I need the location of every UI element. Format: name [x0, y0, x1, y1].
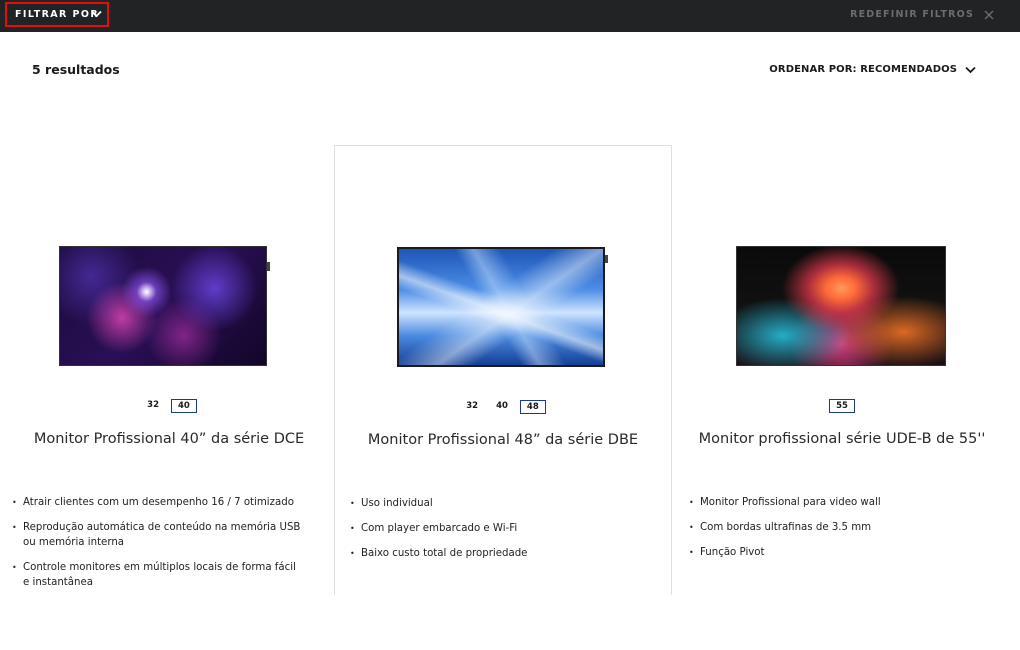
size-option-selected[interactable]: 40: [171, 399, 197, 413]
sort-dropdown[interactable]: ORDENAR POR: RECOMENDADOS: [769, 64, 976, 75]
product-card[interactable]: 55 Monitor profissional série UDE-B de 5…: [673, 145, 1011, 595]
product-card[interactable]: 32 40 48 Monitor Profissional 48” da sér…: [334, 145, 672, 595]
product-card[interactable]: 32 40 Monitor Profissional 40” da série …: [0, 145, 338, 595]
close-icon: [984, 10, 994, 19]
product-image[interactable]: [736, 246, 946, 366]
size-selector: 32 40: [0, 399, 338, 413]
product-image[interactable]: [397, 247, 608, 367]
size-option-selected[interactable]: 55: [829, 399, 855, 413]
size-option[interactable]: 32: [460, 400, 484, 414]
product-title[interactable]: Monitor Profissional 40” da série DCE: [0, 431, 338, 447]
feature-list: Atrair clientes com um desempenho 16 / 7…: [12, 495, 302, 600]
size-option[interactable]: 32: [141, 399, 165, 413]
feature-item: Monitor Profissional para video wall: [689, 495, 979, 510]
feature-item: Reprodução automática de conteúdo na mem…: [12, 520, 302, 550]
feature-item: Função Pivot: [689, 545, 979, 560]
reset-filters-label: REDEFINIR FILTROS: [850, 9, 974, 20]
reset-filters-button[interactable]: REDEFINIR FILTROS: [850, 9, 994, 20]
sort-label: ORDENAR POR: RECOMENDADOS: [769, 64, 957, 75]
chevron-down-icon: [91, 10, 102, 18]
results-count: 5 resultados: [32, 62, 120, 77]
size-selector: 55: [673, 399, 1011, 413]
feature-list: Uso individual Com player embarcado e Wi…: [350, 496, 640, 571]
filter-bar: FILTRAR POR REDEFINIR FILTROS: [0, 0, 1020, 32]
feature-item: Com player embarcado e Wi-Fi: [350, 521, 640, 536]
product-title[interactable]: Monitor Profissional 48” da série DBE: [335, 432, 671, 448]
filter-by-label: FILTRAR POR: [15, 9, 100, 20]
product-image[interactable]: [59, 246, 270, 366]
feature-item: Com bordas ultrafinas de 3.5 mm: [689, 520, 979, 535]
size-option-selected[interactable]: 48: [519, 400, 546, 414]
product-title[interactable]: Monitor profissional série UDE-B de 55'': [673, 431, 1011, 447]
feature-item: Controle monitores em múltiplos locais d…: [12, 560, 302, 590]
feature-list: Monitor Profissional para video wall Com…: [689, 495, 979, 570]
chevron-down-icon: [965, 66, 976, 73]
filter-by-button[interactable]: FILTRAR POR: [5, 2, 109, 27]
size-selector: 32 40 48: [335, 400, 671, 414]
feature-item: Baixo custo total de propriedade: [350, 546, 640, 561]
size-option[interactable]: 40: [490, 400, 514, 414]
feature-item: Atrair clientes com um desempenho 16 / 7…: [12, 495, 302, 510]
feature-item: Uso individual: [350, 496, 640, 511]
